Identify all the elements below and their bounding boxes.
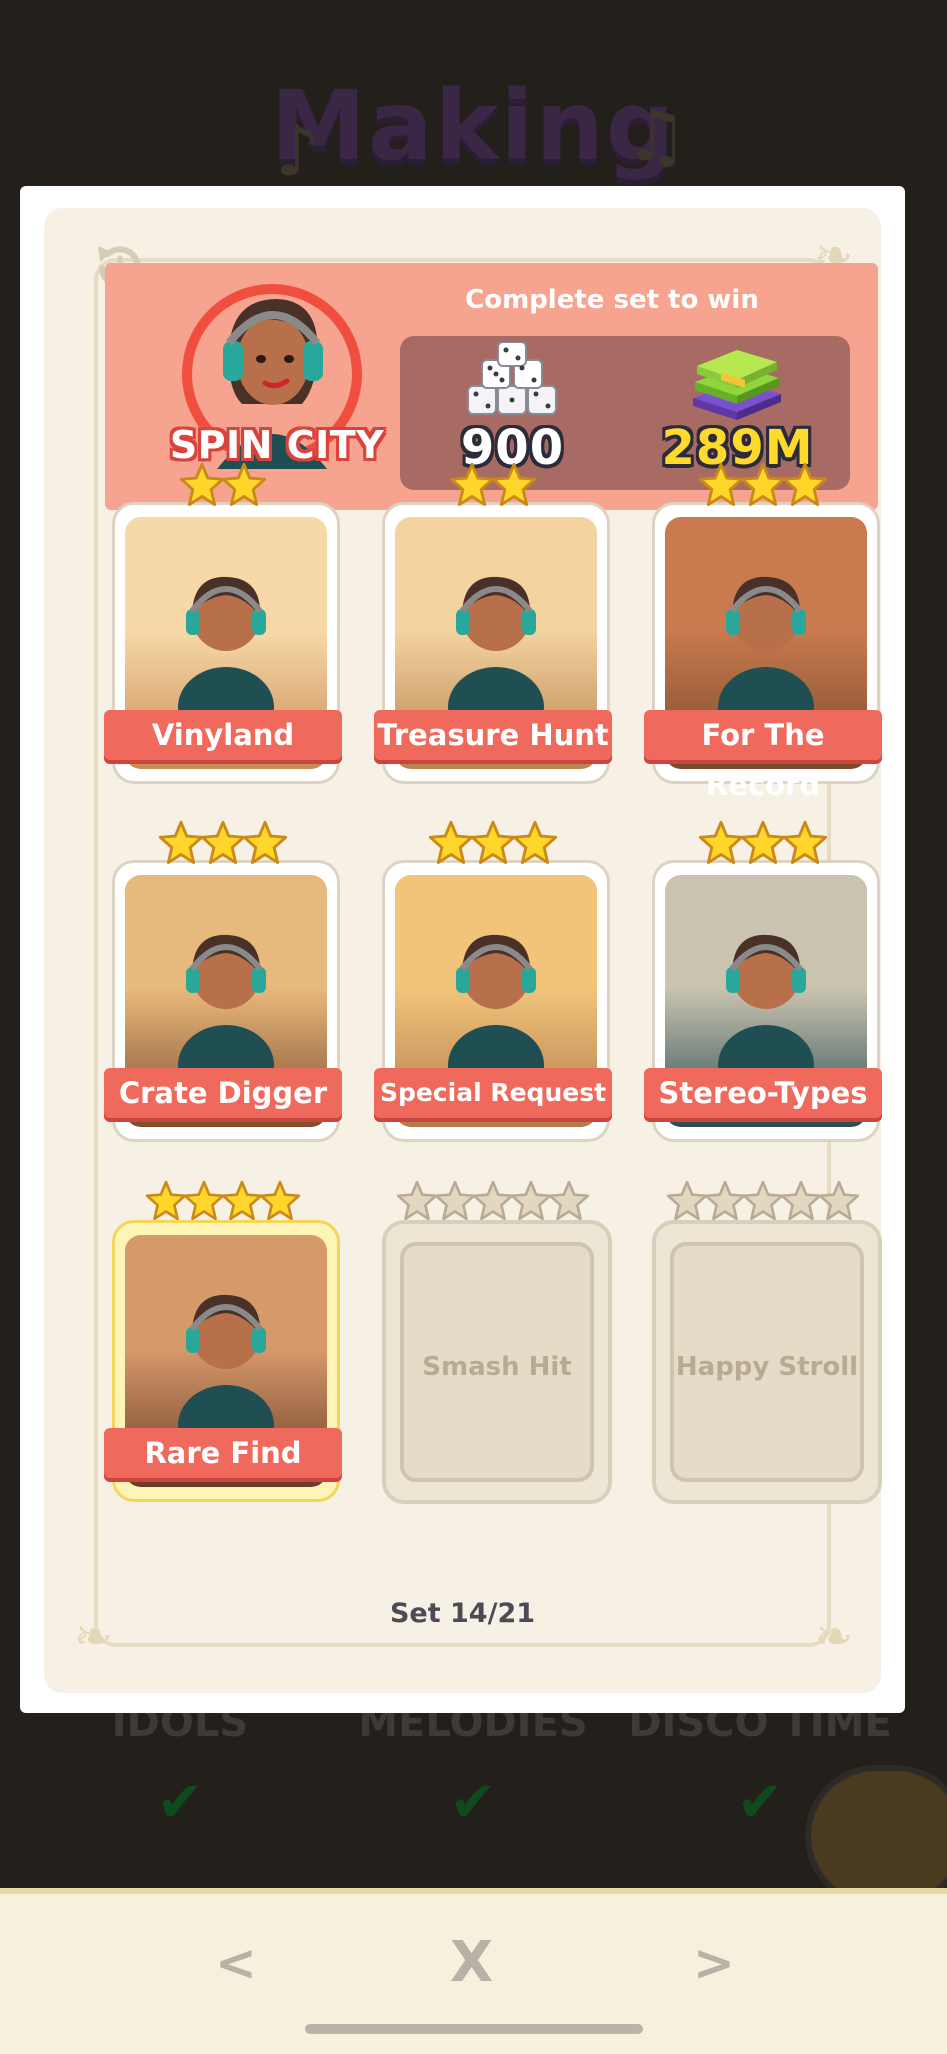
star-rating	[108, 1180, 338, 1230]
character-figure	[178, 576, 274, 737]
card-slot[interactable]: Rare Find	[104, 1180, 342, 1502]
card-name-banner: Treasure Hunt	[374, 710, 612, 760]
star-icon	[179, 462, 225, 506]
locked-sticker-card: Smash Hit	[382, 1220, 612, 1504]
star-icon	[158, 820, 204, 864]
star-rating	[378, 1180, 608, 1230]
next-set-button[interactable]: >	[693, 1934, 735, 1992]
character-figure	[178, 934, 274, 1095]
star-icon	[221, 462, 267, 506]
character-figure	[718, 576, 814, 737]
card-inner: ❧ ❧ ❧ SPIN CITY Complete set to win 900 …	[44, 208, 882, 1693]
star-icon	[742, 1180, 784, 1221]
star-icon	[449, 462, 495, 506]
background-album-thumbnail	[805, 1765, 947, 1907]
star-icon	[183, 1180, 225, 1221]
set-progress: Set 14/21	[389, 1598, 536, 1629]
star-icon	[145, 1180, 187, 1221]
star-rating	[108, 820, 338, 870]
card-slot[interactable]: Vinyland	[104, 462, 342, 784]
locked-sticker-card: Happy Stroll	[652, 1220, 882, 1504]
card-slot[interactable]: Treasure Hunt	[374, 462, 612, 784]
star-icon	[470, 820, 516, 864]
card-name-banner: Crate Digger	[104, 1068, 342, 1118]
star-icon	[491, 462, 537, 506]
star-icon	[221, 1180, 263, 1221]
star-icon	[782, 462, 828, 506]
card-slot[interactable]: Crate Digger	[104, 820, 342, 1142]
card-slot[interactable]: For The Record	[644, 462, 882, 802]
locked-card-name: Happy Stroll	[675, 1352, 859, 1382]
star-icon	[472, 1180, 514, 1221]
star-icon	[428, 820, 474, 864]
star-icon	[818, 1180, 860, 1221]
card-slot[interactable]: Happy Stroll	[648, 1180, 882, 1504]
card-name-banner: Rare Find	[104, 1428, 342, 1478]
character-figure	[448, 576, 544, 737]
header-title: Complete set to win	[465, 285, 759, 315]
star-rating	[108, 462, 338, 512]
close-button[interactable]: X	[450, 1930, 493, 1995]
star-rating	[378, 820, 608, 870]
character-figure	[718, 934, 814, 1095]
check-icon: ✔	[156, 1770, 204, 1835]
card-name-banner: Vinyland	[104, 710, 342, 760]
star-icon	[780, 1180, 822, 1221]
star-icon	[704, 1180, 746, 1221]
star-icon	[259, 1180, 301, 1221]
star-rating	[378, 462, 608, 512]
music-note-icon: ♫	[625, 95, 688, 177]
previous-set-button[interactable]: <	[215, 1934, 257, 1992]
card-slot[interactable]: Special Request	[374, 820, 612, 1142]
set-detail-card: ❧ ❧ ❧ SPIN CITY Complete set to win 900 …	[20, 186, 905, 1713]
character-figure	[448, 934, 544, 1095]
background-album-title: Making	[270, 70, 677, 182]
check-icon: ✔	[449, 1770, 497, 1835]
star-icon	[200, 820, 246, 864]
star-icon	[510, 1180, 552, 1221]
star-icon	[698, 820, 744, 864]
star-rating	[648, 1180, 878, 1230]
music-note-icon: ♪	[275, 110, 320, 192]
star-icon	[666, 1180, 708, 1221]
star-icon	[396, 1180, 438, 1221]
card-name-banner: Stereo-Types	[644, 1068, 882, 1118]
card-slot[interactable]: Smash Hit	[378, 1180, 612, 1504]
set-name: SPIN CITY	[169, 423, 385, 467]
dice-icon	[467, 342, 557, 415]
star-rating	[648, 820, 878, 870]
character-figure	[178, 1294, 274, 1455]
star-icon	[782, 820, 828, 864]
star-rating	[648, 462, 878, 512]
card-slot[interactable]: Stereo-Types	[644, 820, 882, 1142]
star-icon	[548, 1180, 590, 1221]
star-icon	[512, 820, 558, 864]
star-icon	[434, 1180, 476, 1221]
cash-stack-icon	[693, 350, 781, 420]
star-icon	[740, 462, 786, 506]
star-icon	[242, 820, 288, 864]
home-indicator	[305, 2024, 643, 2034]
star-icon	[698, 462, 744, 506]
card-name-banner: For The Record	[644, 710, 882, 802]
locked-card-name: Smash Hit	[422, 1352, 572, 1382]
card-name-banner: Special Request	[374, 1068, 612, 1118]
star-icon	[740, 820, 786, 864]
